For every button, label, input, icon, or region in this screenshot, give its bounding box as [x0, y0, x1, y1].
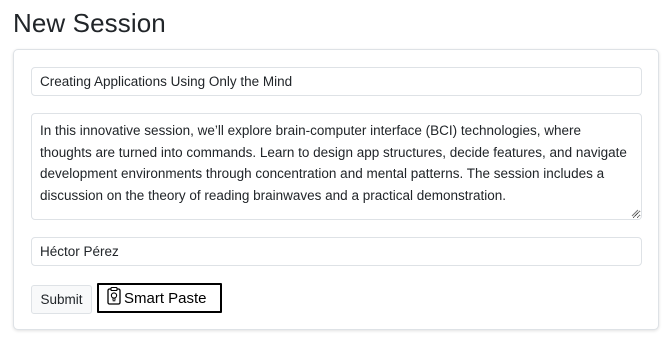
session-title-input[interactable] — [31, 67, 642, 96]
page-title: New Session — [13, 8, 166, 38]
speaker-name-input[interactable] — [31, 237, 642, 266]
submit-button[interactable]: Submit — [31, 285, 92, 314]
session-description-textarea[interactable]: In this innovative session, we’ll explor… — [31, 113, 642, 220]
smart-paste-label: Smart Paste — [124, 289, 207, 307]
clipboard-lightbulb-icon — [107, 286, 121, 306]
session-form: In this innovative session, we’ll explor… — [13, 49, 659, 330]
session-description-text: In this innovative session, we’ll explor… — [40, 123, 627, 203]
smart-paste-button[interactable]: Smart Paste — [97, 283, 222, 313]
resize-grip-icon[interactable] — [631, 209, 639, 217]
